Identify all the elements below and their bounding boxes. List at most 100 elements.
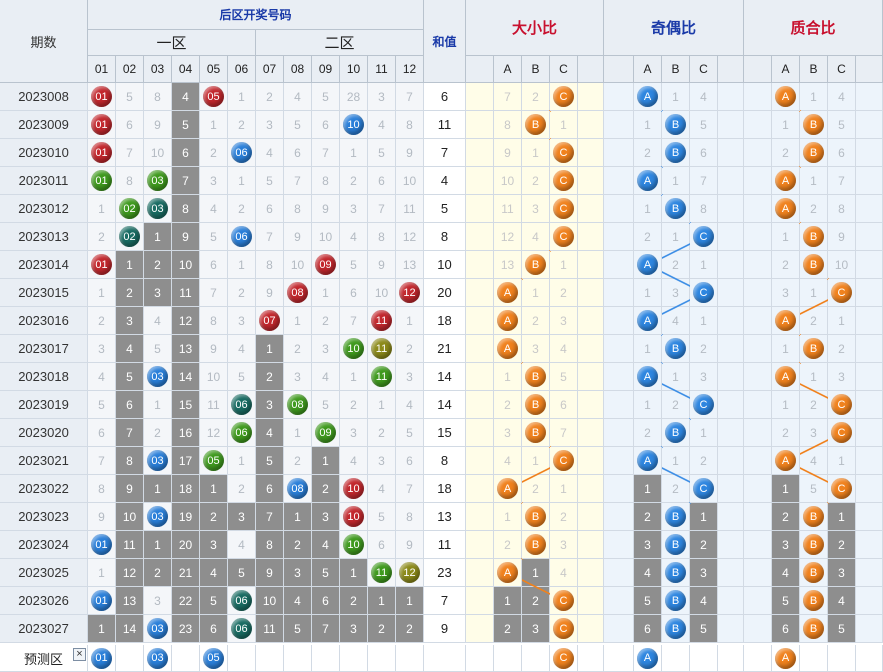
- ratio-ball-a: A: [775, 450, 796, 471]
- ratio-cell: B: [800, 139, 828, 167]
- ratio-ball-b: B: [803, 506, 824, 527]
- number-ball: 12: [399, 282, 420, 303]
- number-cell: 5: [228, 363, 256, 391]
- number-cell: 05: [200, 447, 228, 475]
- ratio-ball-b: B: [665, 534, 686, 555]
- predict-number-cell[interactable]: [256, 645, 284, 672]
- ratio-cell: 1: [494, 587, 522, 615]
- ratio-cell: 9: [494, 139, 522, 167]
- predict-pad: [744, 645, 772, 672]
- number-cell: 13: [396, 251, 424, 279]
- number-ball: 11: [371, 562, 392, 583]
- ratio-cell: 3: [828, 559, 856, 587]
- predict-number-cell[interactable]: [312, 645, 340, 672]
- ratio-pad: [718, 335, 744, 363]
- ratio-pad: [466, 139, 494, 167]
- predict-ratio-cell[interactable]: [800, 645, 828, 672]
- number-cell: 2: [144, 419, 172, 447]
- ratio-cell: 2: [800, 391, 828, 419]
- ratio-ball-a: A: [775, 198, 796, 219]
- ratio-cell: A: [494, 335, 522, 363]
- predict-ratio-cell[interactable]: A: [772, 645, 800, 672]
- number-cell: 1: [200, 475, 228, 503]
- number-cell: 9: [88, 503, 116, 531]
- number-cell: 3: [228, 503, 256, 531]
- ratio-pad: [744, 391, 772, 419]
- number-cell: 03: [144, 503, 172, 531]
- number-cell: 6: [312, 587, 340, 615]
- number-cell: 1: [256, 335, 284, 363]
- predict-ratio-cell[interactable]: C: [550, 645, 578, 672]
- number-cell: 01: [88, 83, 116, 111]
- predict-number-cell[interactable]: [340, 645, 368, 672]
- predict-number-cell[interactable]: [284, 645, 312, 672]
- ratio-ball-c: C: [831, 394, 852, 415]
- number-ball: 11: [371, 310, 392, 331]
- predict-number-cell[interactable]: 01: [88, 645, 116, 672]
- number-ball: 01: [91, 534, 112, 555]
- number-cell: 9: [396, 139, 424, 167]
- number-cell: 1: [88, 195, 116, 223]
- predict-number-cell[interactable]: [396, 645, 424, 672]
- sum-cell: 11: [424, 111, 466, 139]
- predict-ratio-cell[interactable]: [828, 645, 856, 672]
- predict-ratio-cell[interactable]: [662, 645, 690, 672]
- number-cell: 1: [340, 559, 368, 587]
- number-cell: 01: [88, 111, 116, 139]
- number-cell: 8: [256, 531, 284, 559]
- number-col-header: 05: [200, 56, 228, 83]
- predict-ratio-cell[interactable]: A: [634, 645, 662, 672]
- ratio-ball-b: B: [525, 506, 546, 527]
- number-cell: 3: [200, 167, 228, 195]
- number-cell: 7: [116, 139, 144, 167]
- predict-ratio-cell[interactable]: [522, 645, 550, 672]
- ratio-cell: 1: [634, 475, 662, 503]
- number-cell: 20: [172, 531, 200, 559]
- period-cell: 2023011: [0, 167, 88, 195]
- number-ball: 06: [231, 142, 252, 163]
- ratio-ball-a: A: [775, 366, 796, 387]
- ratio-ball-b: B: [525, 422, 546, 443]
- number-cell: 9: [116, 475, 144, 503]
- predict-sum-cell[interactable]: [424, 645, 466, 672]
- predict-number-cell[interactable]: [368, 645, 396, 672]
- sum-cell: 11: [424, 531, 466, 559]
- number-cell: 4: [256, 419, 284, 447]
- ratio-cell: 6: [828, 139, 856, 167]
- ratio-ball-b: B: [665, 338, 686, 359]
- ratio-pad: [744, 503, 772, 531]
- ratio-cell: A: [772, 83, 800, 111]
- sum-cell: 6: [424, 83, 466, 111]
- ratio-pad: [466, 503, 494, 531]
- ratio-cell: 4: [662, 307, 690, 335]
- predict-number-cell[interactable]: [172, 645, 200, 672]
- sum-cell: 23: [424, 559, 466, 587]
- ratio-cell: B: [522, 391, 550, 419]
- number-cell: 2: [228, 111, 256, 139]
- predict-number-cell[interactable]: [116, 645, 144, 672]
- predict-number-cell[interactable]: 05: [200, 645, 228, 672]
- number-cell: 8: [396, 503, 424, 531]
- predict-ratio-cell[interactable]: [494, 645, 522, 672]
- predict-pad: [856, 645, 883, 672]
- ratio-cell: 4: [634, 559, 662, 587]
- number-ball: 03: [147, 506, 168, 527]
- predict-ratio-ball: C: [553, 647, 574, 669]
- ratio-cell: B: [800, 531, 828, 559]
- ratio-cell: 5: [690, 615, 718, 643]
- predict-ratio-cell[interactable]: [690, 645, 718, 672]
- predict-number-cell[interactable]: [228, 645, 256, 672]
- number-cell: 1: [340, 363, 368, 391]
- number-cell: 13: [172, 335, 200, 363]
- number-cell: 4: [284, 587, 312, 615]
- sum-cell: 10: [424, 251, 466, 279]
- ratio-cell: A: [634, 307, 662, 335]
- ratio-pad: [718, 363, 744, 391]
- predict-number-cell[interactable]: 03: [144, 645, 172, 672]
- ratio-pad: [718, 223, 744, 251]
- ratio-pad: [744, 111, 772, 139]
- ratio-cell: 3: [634, 531, 662, 559]
- sum-cell: 14: [424, 363, 466, 391]
- close-icon[interactable]: ×: [73, 648, 86, 661]
- sum-header: 和值: [424, 0, 466, 83]
